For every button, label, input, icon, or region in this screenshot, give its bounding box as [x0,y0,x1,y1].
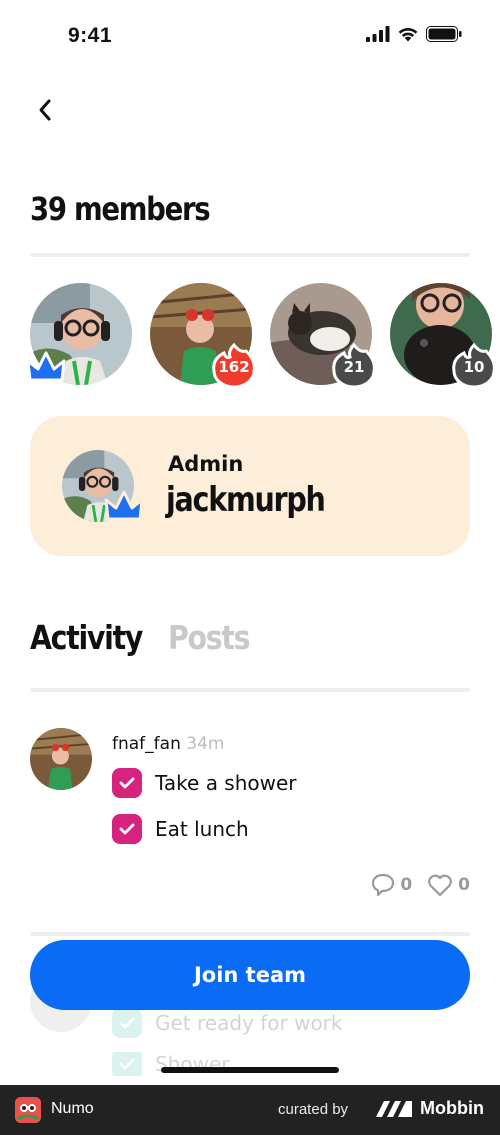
signal-icon [366,26,390,42]
tab-bar: Activity Posts [30,618,263,657]
task-checkbox [112,1052,142,1076]
comment-icon [372,873,395,897]
task-item: Take a shower [112,768,297,798]
home-indicator [161,1067,339,1073]
admin-role-label: Admin [168,452,244,476]
task-checkbox [112,1008,142,1038]
comment-button[interactable]: 0 [370,872,412,898]
battery-icon [426,26,462,42]
member-avatar-cat[interactable]: 21 [270,283,376,387]
streak-badge: 10 [450,342,498,387]
streak-count: 162 [218,358,250,376]
checkmark-icon [119,1058,135,1070]
streak-badge: 21 [330,342,378,387]
page-title: 39 members [30,190,211,228]
tab-posts[interactable]: Posts [168,618,250,657]
task-item: Eat lunch [112,814,249,844]
streak-count: 10 [463,358,485,376]
streak-count: 21 [343,358,365,376]
task-checkbox[interactable] [112,768,142,798]
post-actions: 0 0 [370,872,470,898]
wifi-icon [398,27,418,42]
admin-username: jackmurph [166,480,326,520]
back-button[interactable] [28,92,64,128]
checkmark-icon [119,777,135,789]
admin-crown-icon [104,490,144,521]
task-checkbox[interactable] [112,814,142,844]
status-icons [366,26,462,42]
mobbin-logo-icon [376,1100,412,1117]
status-time: 9:41 [68,24,113,47]
member-avatar-glasses[interactable]: 10 [390,283,496,387]
join-team-button[interactable]: Join team [30,940,470,1010]
task-label: Take a shower [155,771,297,795]
members-row: 162 21 10 [30,283,500,387]
heart-icon [428,874,453,897]
member-avatar-jackmurph[interactable] [30,283,132,385]
app-logo-icon [15,1097,41,1123]
chevron-left-icon [39,99,51,121]
checkmark-icon [119,1017,135,1029]
member-avatar-fnaf-fan[interactable]: 162 [150,283,256,387]
footer-brand: Mobbin [376,1098,484,1119]
task-item: Get ready for work [112,1008,343,1038]
footer-app-name: Numo [51,1100,94,1117]
task-label: Eat lunch [155,817,249,841]
post-avatar[interactable] [30,728,92,790]
comment-count: 0 [400,875,413,895]
tab-activity[interactable]: Activity [30,618,143,657]
task-label: Get ready for work [155,1011,343,1035]
checkmark-icon [119,823,135,835]
post-timestamp: 34m [186,734,225,754]
status-bar: 9:41 [0,0,500,72]
post-username[interactable]: fnaf_fan [112,734,181,754]
footer-bar: Numo curated by Mobbin [0,1085,500,1135]
admin-card[interactable]: Admin jackmurph [30,416,470,556]
footer-curated-label: curated by [278,1101,349,1118]
streak-badge: 162 [210,342,258,387]
title-divider [30,253,470,257]
like-button[interactable]: 0 [426,872,470,898]
footer-brand-name: Mobbin [420,1098,484,1118]
like-count: 0 [458,875,470,895]
admin-crown-icon [30,351,66,382]
post-header: fnaf_fan 34m [112,734,224,754]
tabs-divider [30,688,470,692]
